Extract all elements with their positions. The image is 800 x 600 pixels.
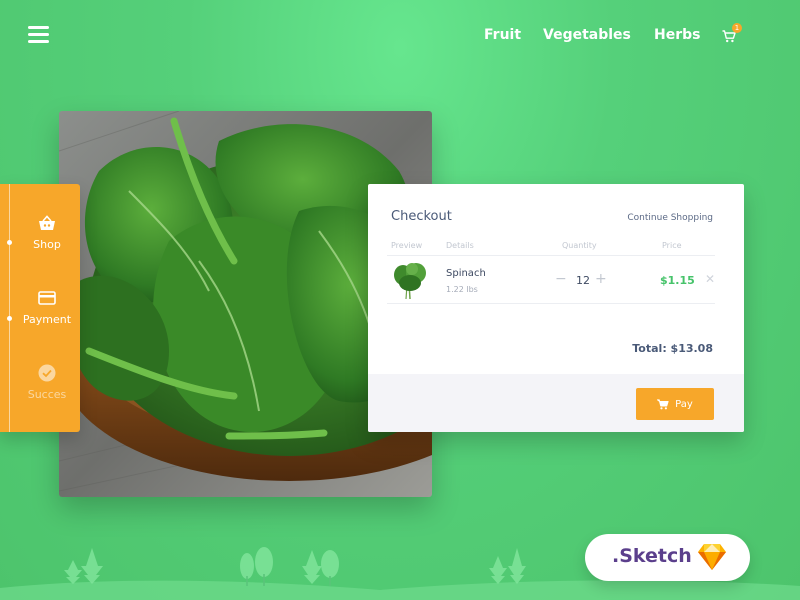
step-dot bbox=[7, 316, 12, 321]
step-label: Shop bbox=[33, 238, 61, 251]
decrease-quantity-button[interactable]: − bbox=[555, 272, 567, 286]
hamburger-menu-icon[interactable] bbox=[28, 26, 49, 43]
nav-vegetables[interactable]: Vegetables bbox=[543, 27, 631, 43]
column-header-details: Details bbox=[446, 241, 474, 250]
column-header-quantity: Quantity bbox=[562, 241, 597, 250]
sketch-label: .Sketch bbox=[612, 545, 692, 567]
credit-card-icon bbox=[14, 287, 80, 309]
checkout-card: Checkout Continue Shopping Preview Detai… bbox=[368, 184, 744, 432]
step-label: Succes bbox=[27, 388, 67, 401]
step-label: Payment bbox=[22, 313, 72, 326]
column-header-price: Price bbox=[662, 241, 682, 250]
divider bbox=[387, 255, 715, 256]
checkout-steps: Shop Payment Succes bbox=[0, 184, 80, 432]
check-circle-icon bbox=[14, 362, 80, 384]
cart-button[interactable]: 1 bbox=[722, 23, 742, 43]
pay-button[interactable]: Pay bbox=[636, 388, 714, 420]
divider bbox=[387, 303, 715, 304]
step-shop[interactable]: Shop bbox=[14, 212, 80, 251]
cart-count-badge: 1 bbox=[732, 23, 742, 33]
increase-quantity-button[interactable]: + bbox=[595, 272, 607, 286]
item-name: Spinach bbox=[446, 268, 486, 279]
item-thumbnail bbox=[392, 261, 428, 301]
quantity-value[interactable]: 12 bbox=[573, 274, 593, 287]
checkout-title: Checkout bbox=[391, 209, 452, 224]
sketch-diamond-icon bbox=[698, 544, 726, 570]
item-price: $1.15 bbox=[660, 274, 695, 287]
steps-line bbox=[9, 184, 10, 432]
order-total: Total: $13.08 bbox=[632, 342, 713, 355]
nav-herbs[interactable]: Herbs bbox=[654, 27, 700, 43]
continue-shopping-link[interactable]: Continue Shopping bbox=[627, 213, 713, 223]
cart-icon bbox=[657, 398, 669, 409]
nav-fruit[interactable]: Fruit bbox=[484, 27, 521, 43]
top-nav: Fruit Vegetables Herbs 1 bbox=[470, 23, 760, 46]
basket-icon bbox=[14, 212, 80, 234]
item-weight: 1.22 lbs bbox=[446, 285, 478, 294]
step-payment[interactable]: Payment bbox=[14, 287, 80, 326]
step-dot bbox=[7, 240, 12, 245]
pay-label: Pay bbox=[675, 398, 693, 410]
sketch-badge[interactable]: .Sketch bbox=[585, 534, 750, 581]
remove-item-icon[interactable]: ✕ bbox=[705, 272, 715, 286]
column-header-preview: Preview bbox=[391, 241, 423, 250]
step-success[interactable]: Succes bbox=[14, 362, 80, 401]
